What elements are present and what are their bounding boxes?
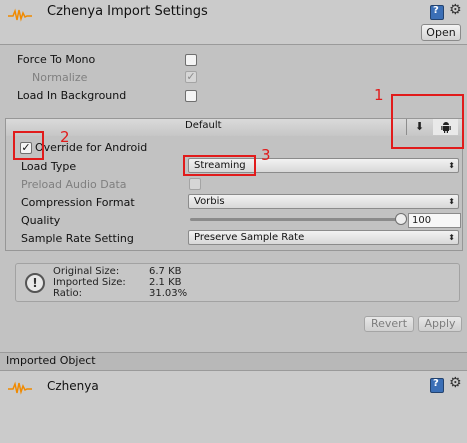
open-button[interactable]: Open bbox=[421, 24, 461, 41]
revert-button[interactable]: Revert bbox=[364, 316, 414, 332]
compression-format-value: Vorbis bbox=[194, 196, 225, 207]
load-in-background-label: Load In Background bbox=[17, 89, 127, 102]
original-size-value: 6.7 KB bbox=[149, 266, 182, 277]
imported-object-label: Imported Object bbox=[6, 354, 96, 367]
compression-format-label: Compression Format bbox=[21, 196, 135, 209]
force-to-mono-label: Force To Mono bbox=[17, 53, 96, 66]
quality-input[interactable]: 100 bbox=[408, 213, 461, 228]
preload-audio-data-label: Preload Audio Data bbox=[21, 178, 127, 191]
ratio-value: 31.03% bbox=[149, 288, 188, 299]
annotation-box-3 bbox=[183, 155, 256, 176]
gear-icon[interactable]: ⚙ bbox=[449, 3, 462, 17]
annotation-number-1: 1 bbox=[374, 86, 384, 104]
annotation-box-1 bbox=[391, 94, 464, 149]
info-exclamation-icon: ! bbox=[25, 273, 45, 293]
quality-slider-thumb[interactable] bbox=[395, 213, 407, 225]
compression-format-dropdown[interactable]: Vorbis ⬍ bbox=[188, 194, 459, 209]
platform-default-label: Default bbox=[185, 120, 222, 131]
apply-button[interactable]: Apply bbox=[418, 316, 462, 332]
imported-size-label: Imported Size: bbox=[53, 277, 126, 288]
sample-rate-setting-dropdown[interactable]: Preserve Sample Rate ⬍ bbox=[188, 230, 459, 245]
load-in-background-checkbox[interactable] bbox=[185, 90, 197, 102]
annotation-number-2: 2 bbox=[60, 128, 70, 146]
sample-rate-setting-value: Preserve Sample Rate bbox=[194, 232, 305, 243]
audio-waveform-icon bbox=[8, 381, 32, 395]
ratio-label: Ratio: bbox=[53, 288, 83, 299]
original-size-label: Original Size: bbox=[53, 266, 120, 277]
audio-waveform-icon bbox=[8, 8, 32, 22]
load-type-label: Load Type bbox=[21, 160, 77, 173]
force-to-mono-checkbox[interactable] bbox=[185, 54, 197, 66]
dropdown-arrow-icon: ⬍ bbox=[448, 233, 455, 242]
imported-size-value: 2.1 KB bbox=[149, 277, 182, 288]
quality-slider-track[interactable] bbox=[190, 218, 404, 221]
help-book-icon[interactable] bbox=[430, 378, 444, 393]
dropdown-arrow-icon: ⬍ bbox=[448, 197, 455, 206]
imported-object-name: Czhenya bbox=[47, 379, 99, 393]
sample-rate-setting-label: Sample Rate Setting bbox=[21, 232, 134, 245]
checkmark-icon: ✓ bbox=[186, 70, 196, 83]
annotation-box-2 bbox=[13, 131, 44, 160]
header-divider bbox=[0, 44, 467, 45]
preload-audio-data-checkbox[interactable] bbox=[189, 178, 201, 190]
override-android-label: Override for Android bbox=[35, 141, 148, 154]
inspector-title: Czhenya Import Settings bbox=[47, 4, 208, 19]
help-book-icon[interactable] bbox=[430, 5, 444, 20]
normalize-checkbox[interactable]: ✓ bbox=[185, 71, 197, 83]
dropdown-arrow-icon: ⬍ bbox=[448, 161, 455, 170]
quality-label: Quality bbox=[21, 214, 61, 227]
annotation-number-3: 3 bbox=[261, 146, 271, 164]
gear-icon[interactable]: ⚙ bbox=[449, 376, 462, 390]
normalize-label: Normalize bbox=[32, 71, 88, 84]
